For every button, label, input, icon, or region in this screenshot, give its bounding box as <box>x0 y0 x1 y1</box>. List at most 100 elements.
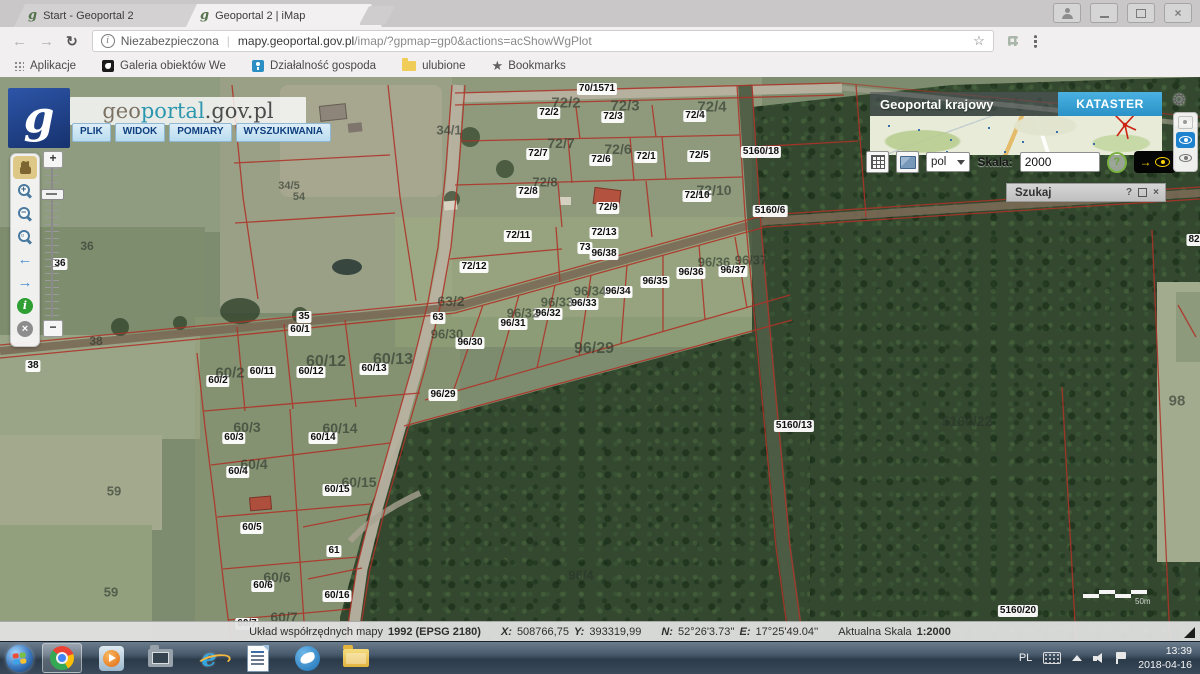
browser-address-row: ← → ↻ i Niezabezpieczona | mapy.geoporta… <box>0 27 1200 56</box>
bookmark-label: ulubione <box>422 60 465 72</box>
resize-handle-icon[interactable] <box>1184 627 1195 638</box>
taskbar-file-explorer[interactable] <box>336 643 376 673</box>
document-icon <box>247 645 269 672</box>
internet-explorer-icon: e <box>201 646 216 670</box>
windows-taskbar: e PL 13:39 2018-04-16 <box>0 641 1200 674</box>
zoom-slider-handle[interactable] <box>41 189 64 200</box>
zoom-extent-icon: ▫ <box>18 230 32 244</box>
layer-visibility-panel <box>1173 112 1198 172</box>
panel-title: Geoportal krajowy <box>880 97 993 112</box>
speaker-icon[interactable] <box>1093 653 1105 664</box>
wms-button[interactable] <box>896 151 919 173</box>
geoportal-logo[interactable]: g <box>8 88 70 148</box>
geoportal-title: geoportal.gov.pl <box>70 97 306 125</box>
gear-icon[interactable]: ⚙ <box>1172 90 1186 110</box>
map-settings-toolbar: pol Skala: ? → <box>866 149 1176 175</box>
zoom-in-tool-button[interactable]: + <box>13 179 37 202</box>
menu-plik[interactable]: PLIK <box>72 123 111 142</box>
clear-button[interactable]: × <box>13 317 37 340</box>
chevron-down-icon <box>957 160 965 165</box>
reload-icon[interactable]: ↻ <box>66 33 78 50</box>
menu-widok[interactable]: WIDOK <box>115 123 165 142</box>
forward-icon[interactable]: → <box>39 33 54 50</box>
tab-title: Start - Geoportal 2 <box>43 10 187 22</box>
collapse-button[interactable] <box>1178 116 1193 129</box>
layer-hidden-button[interactable] <box>1177 151 1194 164</box>
menu-pomiary[interactable]: POMIARY <box>169 123 231 142</box>
maximize-icon <box>1136 9 1146 18</box>
person-icon <box>1062 8 1073 19</box>
taskbar-internet-explorer[interactable]: e <box>189 643 229 673</box>
crs-prefix: Układ współrzędnych mapy <box>249 626 383 638</box>
taskbar-screenshot-tool[interactable] <box>140 643 180 673</box>
action-center-flag-icon[interactable] <box>1116 652 1127 664</box>
start-button[interactable] <box>6 645 33 672</box>
e-coordinate: 17°25'49.04'' <box>756 626 819 638</box>
arrow-right-icon: → <box>18 275 33 290</box>
bookmark-ulubione[interactable]: ulubione <box>402 60 465 72</box>
bookmark-star-icon[interactable]: ☆ <box>973 33 985 49</box>
back-icon[interactable]: ← <box>12 33 27 50</box>
bookmark-label: Galeria obiektów We <box>120 60 226 72</box>
visibility-toggle[interactable]: → <box>1134 151 1176 173</box>
title-suffix: .gov.pl <box>205 99 274 123</box>
browser-tab-start[interactable]: g Start - Geoportal 2 × <box>14 4 210 27</box>
bookmark-apps[interactable]: Aplikacje <box>14 60 76 72</box>
grid-button[interactable] <box>866 151 889 173</box>
current-scale-value: 1:2000 <box>917 626 951 638</box>
tab-kataster[interactable]: KATASTER <box>1058 92 1162 116</box>
browser-tab-imap[interactable]: g Geoportal 2 | iMap × <box>186 4 382 27</box>
keyboard-icon[interactable] <box>1043 652 1061 664</box>
search-title: Szukaj <box>1015 187 1051 199</box>
taskbar-media-player[interactable] <box>91 643 131 673</box>
language-select[interactable]: pol <box>926 152 970 172</box>
bookmark-bookmarks[interactable]: ★ Bookmarks <box>492 58 566 74</box>
profile-icon[interactable] <box>1053 3 1081 23</box>
identify-button[interactable]: i <box>13 294 37 317</box>
search-close-icon[interactable]: × <box>1153 187 1159 198</box>
search-collapse-icon[interactable] <box>1138 188 1147 197</box>
geoportal-favicon-icon: g <box>200 8 209 23</box>
info-icon[interactable]: i <box>101 34 115 48</box>
folder-icon <box>402 61 416 71</box>
next-view-button[interactable]: → <box>13 271 37 294</box>
zoom-minus-button[interactable]: − <box>43 320 63 337</box>
wms-icon <box>900 156 916 169</box>
pan-tool-button[interactable] <box>13 156 37 179</box>
zoom-out-tool-button[interactable]: − <box>13 202 37 225</box>
taskbar-document-editor[interactable] <box>238 643 278 673</box>
apps-grid-icon <box>14 61 24 71</box>
taskbar-chrome[interactable] <box>42 643 82 673</box>
language-indicator[interactable]: PL <box>1019 652 1032 664</box>
previous-view-button[interactable]: ← <box>13 248 37 271</box>
bookmark-dzialalnosc[interactable]: Działalność gospoda <box>252 60 376 72</box>
search-panel[interactable]: Szukaj ? × <box>1006 183 1166 202</box>
info-icon: i <box>17 298 33 314</box>
search-help-icon[interactable]: ? <box>1126 187 1132 198</box>
close-button[interactable]: × <box>1164 3 1192 23</box>
layer-visible-button[interactable] <box>1176 132 1195 148</box>
zoom-out-icon: − <box>18 207 32 221</box>
bookmark-galeria[interactable]: Galeria obiektów We <box>102 60 226 72</box>
help-icon[interactable]: ? <box>1107 152 1127 173</box>
geoportal-favicon-icon: g <box>28 8 37 23</box>
arrow-left-icon: ← <box>18 252 33 267</box>
taskbar-thunderbird[interactable] <box>287 643 327 673</box>
chrome-icon <box>50 646 74 670</box>
hidden-icons-arrow[interactable] <box>1072 655 1082 661</box>
eye-icon <box>1179 154 1192 162</box>
thunderbird-icon <box>295 646 320 671</box>
minimize-icon <box>1100 16 1109 18</box>
taskbar-clock[interactable]: 13:39 2018-04-16 <box>1138 644 1192 672</box>
maximize-button[interactable] <box>1127 3 1155 23</box>
browser-menu-icon[interactable] <box>1034 35 1037 48</box>
minimize-button[interactable] <box>1090 3 1118 23</box>
address-bar[interactable]: i Niezabezpieczona | mapy.geoportal.gov.… <box>92 30 994 52</box>
title-geo: geo <box>102 99 141 123</box>
zoom-extent-tool-button[interactable]: ▫ <box>13 225 37 248</box>
map-status-bar: Układ współrzędnych mapy 1992 (EPSG 2180… <box>0 621 1200 641</box>
menu-wyszukiwania[interactable]: WYSZUKIWANIA <box>236 123 331 142</box>
scale-input[interactable] <box>1020 152 1100 172</box>
extension-icon[interactable] <box>1008 36 1018 46</box>
zoom-plus-button[interactable]: + <box>43 151 63 168</box>
